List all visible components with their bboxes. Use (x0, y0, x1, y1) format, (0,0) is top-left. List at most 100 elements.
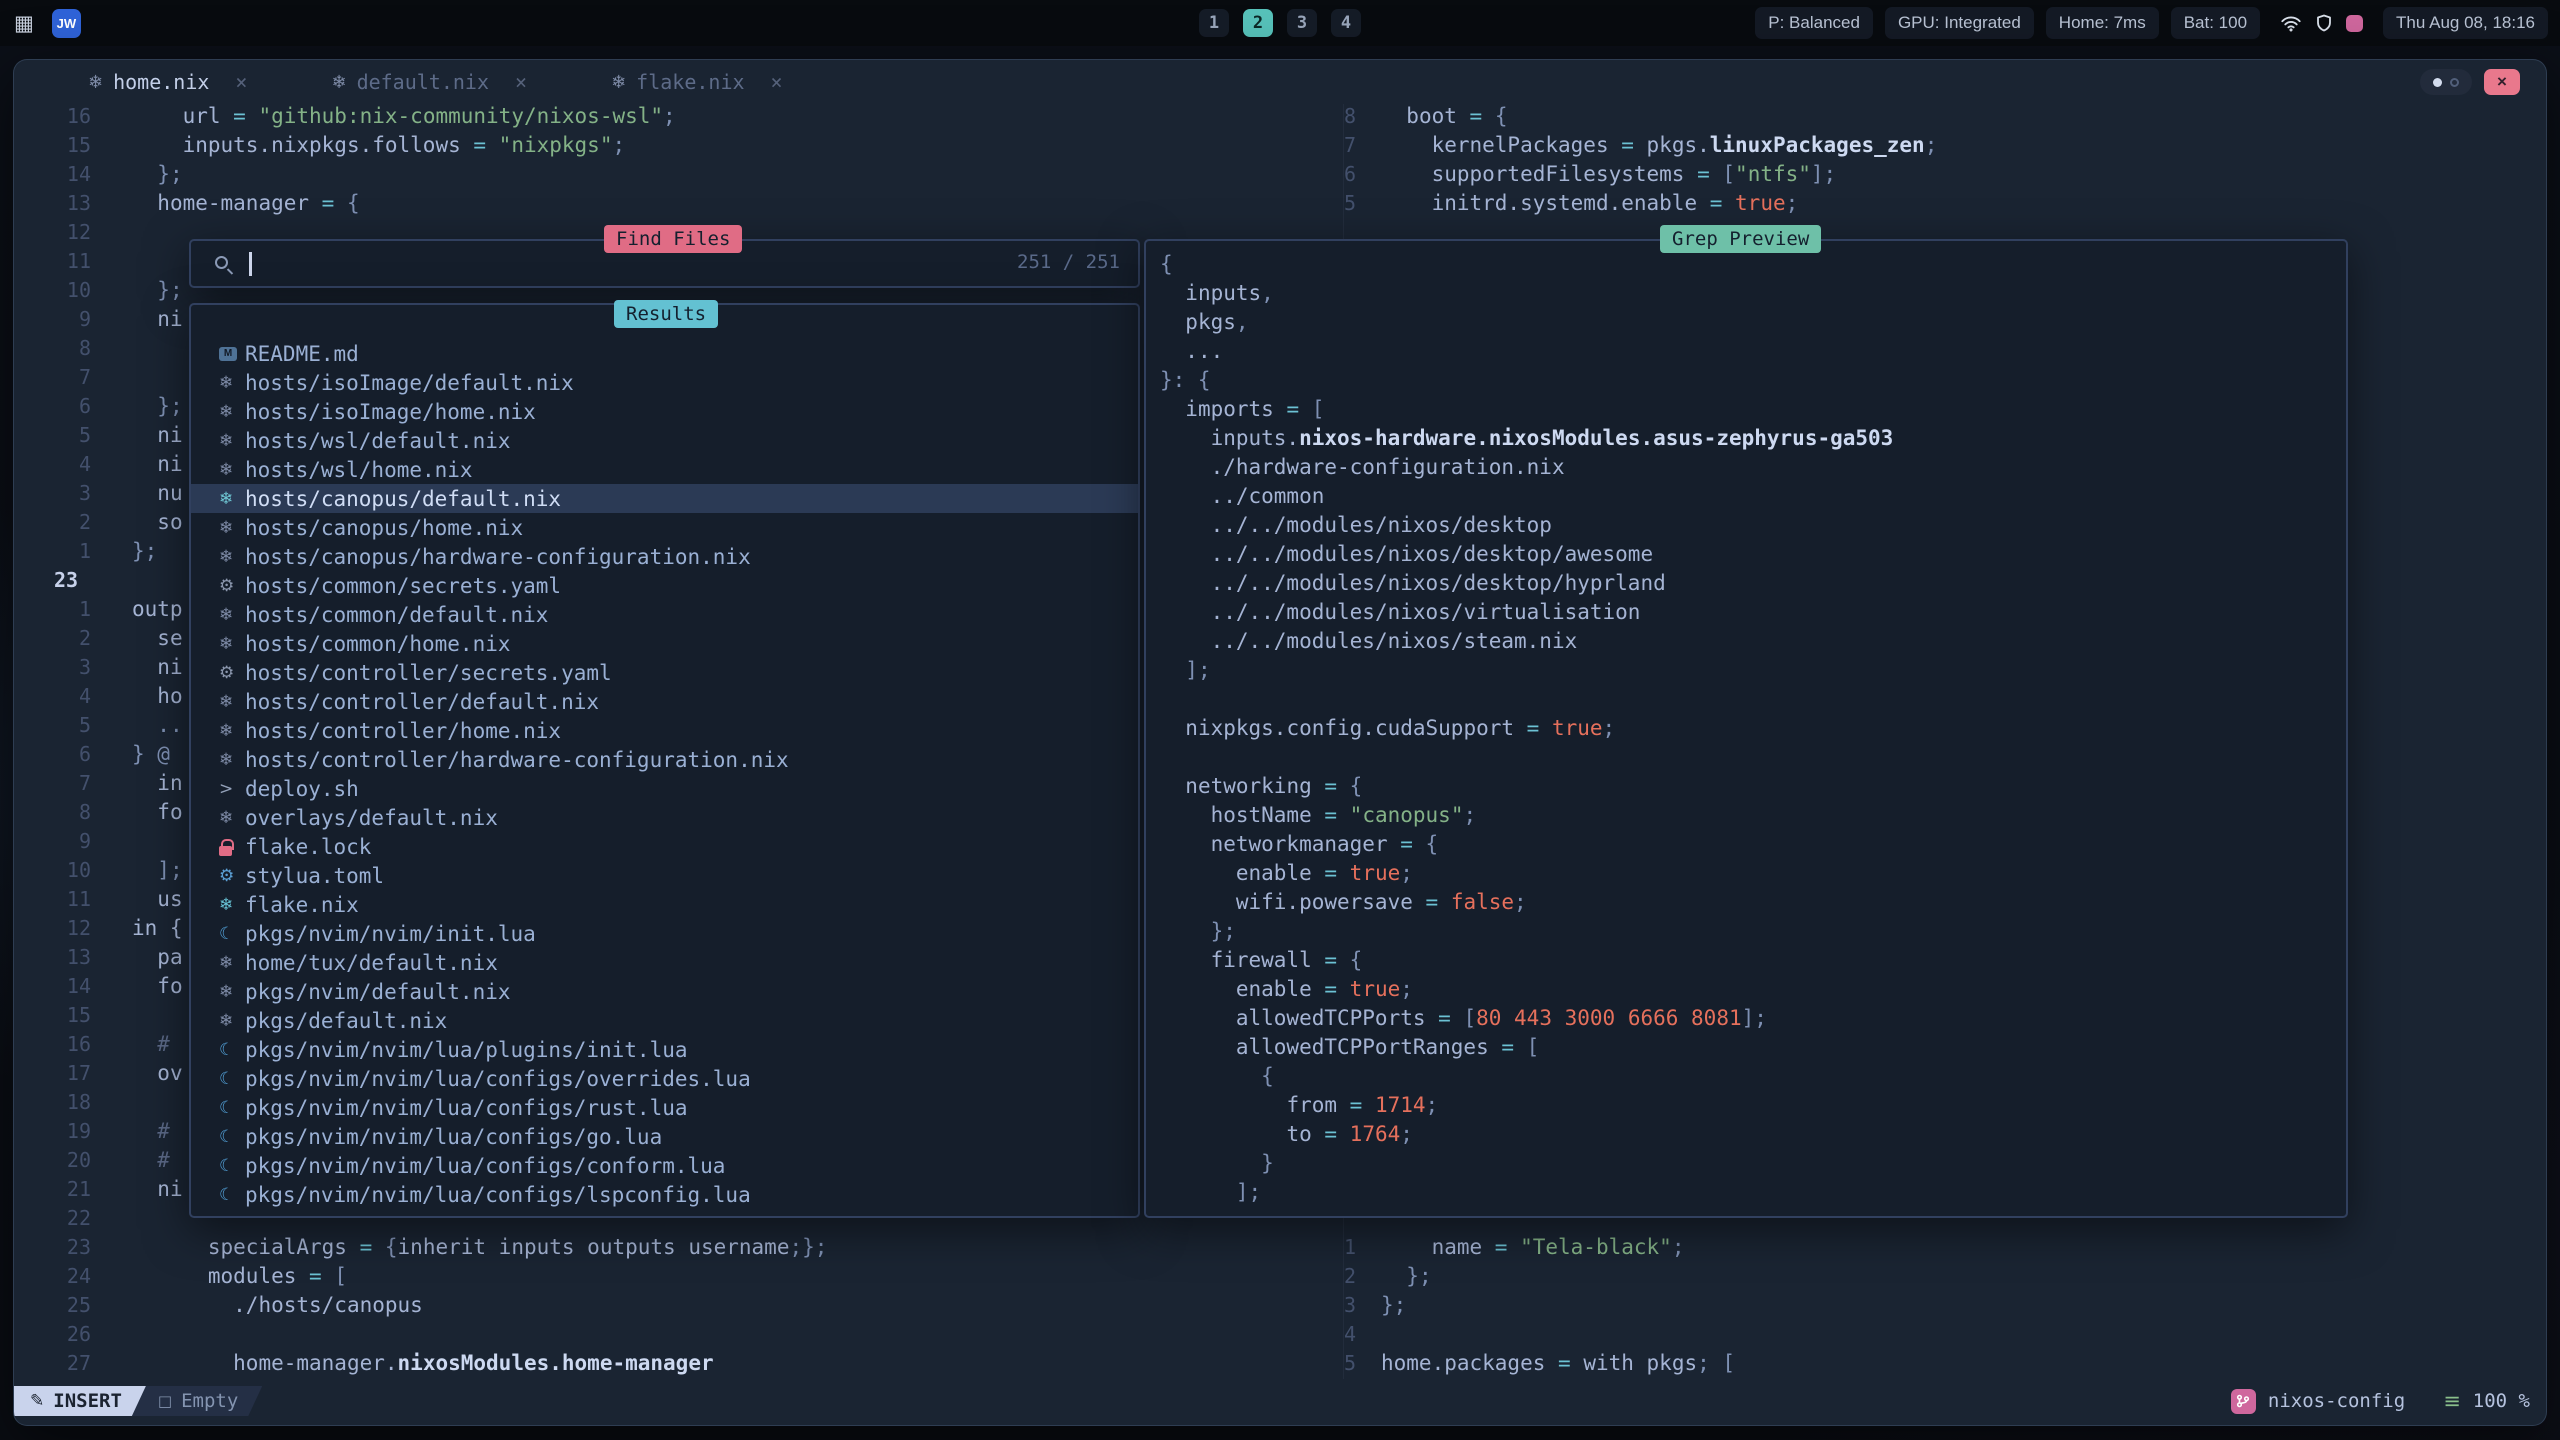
picker-item[interactable]: ❄home/tux/default.nix (191, 948, 1138, 977)
picker-item-label: hosts/isoImage/home.nix (245, 400, 536, 424)
picker-item[interactable]: ☾pkgs/nvim/nvim/lua/plugins/init.lua (191, 1035, 1138, 1064)
picker-item-label: pkgs/nvim/nvim/lua/configs/go.lua (245, 1125, 662, 1149)
code-line[interactable]: 6 supportedFilesystems = ["ntfs"]; (14, 160, 2546, 189)
logo-badge[interactable]: JW (52, 9, 81, 38)
tab-default.nix[interactable]: ❄ default.nix × (331, 70, 527, 94)
line-number: 13 (54, 943, 91, 972)
nix-file-icon: ❄ (331, 72, 346, 93)
code-line[interactable]: 1 name = "Tela-black"; (14, 1233, 2546, 1262)
tab-close-icon[interactable]: × (515, 70, 527, 94)
code-line[interactable]: 4 (14, 1320, 2546, 1349)
code-line[interactable]: 5home.packages = with pkgs; [ (14, 1349, 2546, 1378)
line-number: 4 (1319, 1320, 1356, 1349)
wifi-icon[interactable] (2280, 15, 2302, 32)
line-number: 5 (54, 711, 91, 740)
preview-code-line: imports = [ (1160, 395, 2346, 424)
workspace-button-4[interactable]: 4 (1331, 9, 1361, 37)
picker-item-label: hosts/controller/hardware-configuration.… (245, 748, 789, 772)
picker-item[interactable]: ❄flake.nix (191, 890, 1138, 919)
picker-item[interactable]: ☾pkgs/nvim/nvim/init.lua (191, 919, 1138, 948)
picker-item[interactable]: ⚙stylua.toml (191, 861, 1138, 890)
picker-item[interactable]: ☾pkgs/nvim/nvim/lua/configs/conform.lua (191, 1151, 1138, 1180)
picker-item[interactable]: >deploy.sh (191, 774, 1138, 803)
preview-code-line: enable = true; (1160, 859, 2346, 888)
code-line[interactable]: 5 initrd.systemd.enable = true; (14, 189, 2546, 218)
line-number: 22 (54, 1204, 91, 1233)
picker-item[interactable]: MREADME.md (191, 339, 1138, 368)
tab-label: default.nix (357, 70, 489, 94)
preview-code-line: pkgs, (1160, 308, 2346, 337)
preview-code-line: ]; (1160, 1178, 2346, 1207)
status-chip-group: P: BalancedGPU: IntegratedHome: 7msBat: … (1755, 7, 2260, 39)
picker-item[interactable]: ❄hosts/controller/hardware-configuration… (191, 745, 1138, 774)
picker-item[interactable]: ❄overlays/default.nix (191, 803, 1138, 832)
clock: Thu Aug 08, 18:16 (2383, 7, 2548, 39)
picker-item[interactable]: ❄hosts/common/home.nix (191, 629, 1138, 658)
app-launcher-icon[interactable]: ▦ (14, 11, 34, 35)
shield-icon[interactable] (2316, 14, 2332, 32)
code-line[interactable]: 3}; (14, 1291, 2546, 1320)
line-number: 2 (1319, 1262, 1356, 1291)
picker-item[interactable]: ☾pkgs/nvim/nvim/lua/configs/go.lua (191, 1122, 1138, 1151)
window-toggle-pill[interactable] (2420, 69, 2472, 95)
picker-item[interactable]: ❄hosts/common/default.nix (191, 600, 1138, 629)
preview-title-badge: Grep Preview (1660, 225, 1821, 253)
git-branch-icon (2236, 1394, 2250, 1408)
line-number: 1 (54, 595, 91, 624)
line-number: 5 (1319, 189, 1356, 218)
picker-item-label: flake.nix (245, 893, 359, 917)
status-right: nixos-config ≡ 100 % (2231, 1386, 2530, 1416)
preview-code-line: ... (1160, 337, 2346, 366)
picker-item[interactable]: ❄hosts/canopus/default.nix (191, 484, 1138, 513)
markdown-icon: M (219, 347, 237, 361)
picker-item[interactable]: ❄pkgs/default.nix (191, 1006, 1138, 1035)
line-number: 2 (54, 624, 91, 653)
workspace-button-3[interactable]: 3 (1287, 9, 1317, 37)
result-counter: 251 / 251 (1017, 251, 1120, 273)
picker-item[interactable]: ⚙hosts/controller/secrets.yaml (191, 658, 1138, 687)
picker-item[interactable]: ❄hosts/wsl/home.nix (191, 455, 1138, 484)
status-left: ✎ INSERT □ Empty (14, 1386, 262, 1416)
tray-pink-badge[interactable] (2346, 15, 2363, 32)
pencil-icon: ✎ (30, 1391, 44, 1411)
tab-close-icon[interactable]: × (235, 70, 247, 94)
picker-item[interactable]: ⚙hosts/common/secrets.yaml (191, 571, 1138, 600)
editor-window: ❄home.nix×❄default.nix×❄flake.nix× × 16 … (13, 59, 2547, 1426)
picker-item[interactable]: flake.lock (191, 832, 1138, 861)
tab-close-icon[interactable]: × (771, 70, 783, 94)
preview-code-line: ../../modules/nixos/virtualisation (1160, 598, 2346, 627)
picker-item-label: pkgs/nvim/nvim/lua/configs/lspconfig.lua (245, 1183, 751, 1207)
picker-item[interactable]: ❄hosts/controller/default.nix (191, 687, 1138, 716)
picker-item[interactable]: ❄hosts/isoImage/home.nix (191, 397, 1138, 426)
picker-item[interactable]: ❄hosts/wsl/default.nix (191, 426, 1138, 455)
line-number: 3 (54, 479, 91, 508)
picker-item[interactable]: ❄hosts/canopus/hardware-configuration.ni… (191, 542, 1138, 571)
lua-icon: ☾ (219, 924, 245, 944)
code-line[interactable]: 7 kernelPackages = pkgs.linuxPackages_ze… (14, 131, 2546, 160)
tab-home.nix[interactable]: ❄home.nix× (88, 70, 247, 94)
nix-snowflake-icon: ❄ (219, 808, 245, 828)
picker-item[interactable]: ☾pkgs/nvim/nvim/lua/configs/rust.lua (191, 1093, 1138, 1122)
code-line[interactable]: 8 boot = { (14, 102, 2546, 131)
nix-snowflake-icon: ❄ (219, 547, 245, 567)
picker-item[interactable]: ☾pkgs/nvim/nvim/lua/configs/lspconfig.lu… (191, 1180, 1138, 1209)
lua-icon: ☾ (219, 1185, 245, 1205)
code-line[interactable]: 2 }; (14, 1262, 2546, 1291)
picker-item[interactable]: ❄pkgs/nvim/default.nix (191, 977, 1138, 1006)
workspace-button-2[interactable]: 2 (1243, 9, 1273, 37)
picker-item[interactable]: ☾pkgs/nvim/nvim/lua/configs/overrides.lu… (191, 1064, 1138, 1093)
nix-file-icon: ❄ (611, 72, 626, 93)
line-number: 6 (54, 392, 91, 421)
line-number: 3 (54, 653, 91, 682)
input-cursor (249, 252, 252, 276)
status-chip: P: Balanced (1755, 7, 1873, 39)
window-close-button[interactable]: × (2484, 69, 2520, 95)
workspace-button-1[interactable]: 1 (1199, 9, 1229, 37)
picker-item[interactable]: ❄hosts/controller/home.nix (191, 716, 1138, 745)
picker-item[interactable]: ❄hosts/canopus/home.nix (191, 513, 1138, 542)
tab-flake.nix[interactable]: ❄flake.nix× (611, 70, 783, 94)
picker-item[interactable]: ❄hosts/isoImage/default.nix (191, 368, 1138, 397)
picker-item-label: overlays/default.nix (245, 806, 498, 830)
lua-icon: ☾ (219, 1069, 245, 1089)
file-lines-icon: ≡ (2443, 1389, 2461, 1413)
